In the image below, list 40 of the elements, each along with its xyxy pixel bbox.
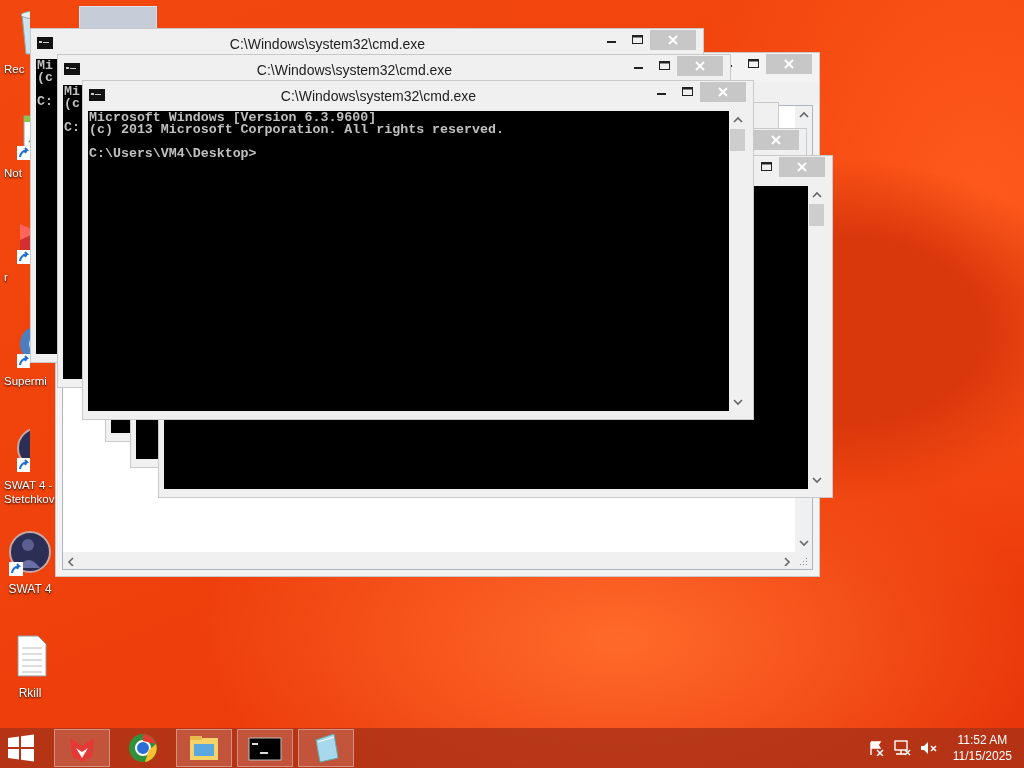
cmd-icon <box>89 89 105 101</box>
console-text: Mi <box>37 60 53 72</box>
icon-label[interactable]: Not <box>4 166 22 180</box>
icon-label[interactable]: Supermi <box>4 374 47 388</box>
window-title: C:\Windows\system32\cmd.exe <box>255 61 454 80</box>
console-prompt: C: <box>37 96 53 108</box>
console-text: (c <box>37 72 53 84</box>
icon-label[interactable]: Rkill <box>18 686 42 700</box>
window-title: C:\Windows\system32\cmd.exe <box>279 87 478 106</box>
clock[interactable]: 11:52 AM 11/15/2025 <box>952 732 1012 764</box>
taskbar-button[interactable] <box>237 729 293 767</box>
console-text: (c <box>64 98 80 110</box>
window-title: C:\Windows\system32\cmd.exe <box>228 35 427 54</box>
figure-icon[interactable] <box>6 528 54 576</box>
clock-date: 11/15/2025 <box>952 748 1012 764</box>
horizontal-scrollbar[interactable] <box>63 552 812 569</box>
console-text: Mi <box>64 86 80 98</box>
cmd-icon <box>64 63 80 75</box>
scroll-down-icon[interactable] <box>810 475 823 485</box>
resize-grip-icon[interactable] <box>798 555 808 566</box>
scroll-up-icon[interactable] <box>797 110 810 120</box>
windows-start-button[interactable] <box>6 733 36 763</box>
icon-label[interactable]: SWAT 4 - Stetchkov <box>4 478 55 506</box>
icon-label[interactable]: SWAT 4 <box>8 582 52 596</box>
clock-time: 11:52 AM <box>956 732 1009 748</box>
console-text: (c) 2013 Microsoft Corporation. All rights reserved. <box>89 124 504 136</box>
console-text: Microsoft Windows [Version 6.3.9600] <box>89 112 377 124</box>
scroll-up-icon[interactable] <box>731 115 744 125</box>
muted-speaker-icon[interactable] <box>919 740 938 756</box>
network-icon[interactable] <box>892 740 911 756</box>
scroll-down-icon[interactable] <box>731 397 744 407</box>
scroll-thumb[interactable] <box>730 129 745 151</box>
cmd-icon <box>37 37 53 49</box>
icon-label[interactable]: Rec <box>4 62 25 76</box>
scroll-thumb[interactable] <box>809 204 824 226</box>
scroll-up-icon[interactable] <box>810 190 823 200</box>
flag-icon[interactable] <box>867 740 884 756</box>
console-prompt: C:\Users\VM4\Desktop> <box>89 148 257 160</box>
scroll-down-icon[interactable] <box>797 538 810 548</box>
console-prompt: C: <box>64 122 80 134</box>
